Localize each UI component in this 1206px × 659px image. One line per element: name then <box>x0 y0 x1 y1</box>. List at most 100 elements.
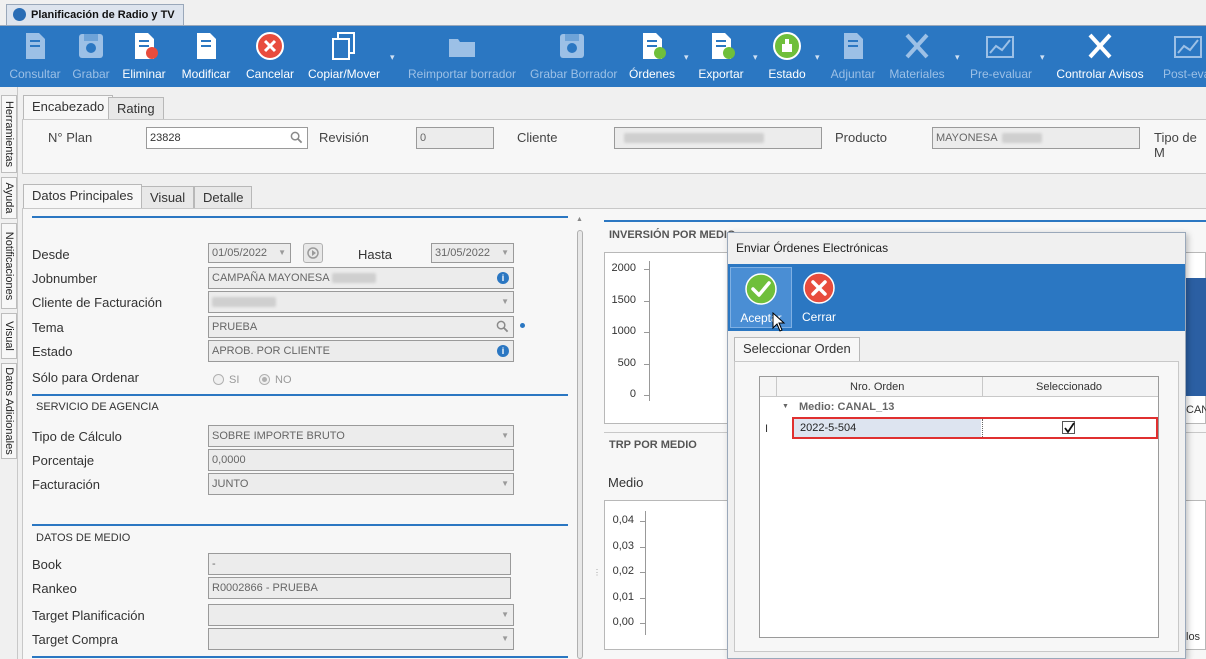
toolbar-cancelar-button[interactable]: Cancelar <box>245 26 295 87</box>
toolbar-modificar-button[interactable]: Modificar <box>179 26 233 87</box>
toolbar-exportar-button[interactable]: Exportar <box>698 26 744 87</box>
radio-no[interactable] <box>259 374 270 385</box>
facturacion-field[interactable]: JUNTO ▼ <box>208 473 514 495</box>
tab-datos-principales[interactable]: Datos Principales <box>23 184 143 209</box>
dropdown-arrow-icon[interactable]: ▾ <box>1040 52 1045 63</box>
porcentaje-label: Porcentaje <box>32 453 95 468</box>
document-tab[interactable]: Planificación de Radio y TV <box>6 4 184 26</box>
toolbar-consultar-button[interactable]: Consultar <box>5 26 65 87</box>
tab-seleccionar-orden[interactable]: Seleccionar Orden <box>734 337 860 362</box>
toolbar-button-label: Modificar <box>181 67 231 81</box>
col-nro-orden-header[interactable]: Nro. Orden <box>850 381 904 393</box>
radio-dot <box>262 377 267 382</box>
dropdown-arrow-icon[interactable]: ▾ <box>684 52 689 63</box>
hasta-date-field[interactable]: 31/05/2022 ▼ <box>431 243 514 263</box>
side-tab-visual[interactable]: Visual <box>1 313 17 359</box>
tab-detalle[interactable]: Detalle <box>194 186 253 209</box>
y-tick-label: 0,03 <box>612 539 634 552</box>
tema-field[interactable]: PRUEBA <box>208 316 514 338</box>
toolbar-grabar-borrador-button[interactable]: Grabar Borrador <box>530 26 618 87</box>
toolbar-órdenes-button[interactable]: Órdenes <box>629 26 675 87</box>
chart-bar <box>1183 278 1206 396</box>
y-tick-label: 1500 <box>611 293 636 306</box>
cliente-field <box>614 127 822 149</box>
toolbar-button-label: Materiales <box>889 67 945 81</box>
tab-visual[interactable]: Visual <box>141 186 195 209</box>
rankeo-field[interactable]: R0002866 - PRUEBA <box>208 577 511 599</box>
dropdown-arrow-icon[interactable]: ▾ <box>390 52 395 63</box>
toolbar-eliminar-button[interactable]: Eliminar <box>121 26 167 87</box>
dropdown-arrow-icon[interactable]: ▾ <box>753 52 758 63</box>
scrollbar-thumb[interactable] <box>577 230 583 659</box>
toolbar-button-label: Controlar Avisos <box>1056 67 1144 81</box>
tab-rating[interactable]: Rating <box>108 97 164 120</box>
toolbar-button-label: Reimportar borrador <box>408 67 517 81</box>
y-tick-mark <box>644 395 649 396</box>
servicio-agencia-title: SERVICIO DE AGENCIA <box>36 401 159 413</box>
cerrar-button[interactable]: Cerrar <box>788 267 850 328</box>
side-tab-ayuda[interactable]: Ayuda <box>1 177 17 219</box>
y-tick-label: 0,00 <box>612 616 634 628</box>
dropdown-arrow-icon[interactable]: ▾ <box>955 52 960 63</box>
y-tick-mark <box>644 332 649 333</box>
dropdown-arrow-icon[interactable]: ▾ <box>815 52 820 63</box>
tab-encabezado[interactable]: Encabezado <box>23 95 114 120</box>
target-compra-field[interactable]: ▼ <box>208 628 514 650</box>
radio-si-label: SI <box>229 374 240 386</box>
left-panel-scrollbar[interactable]: ▲ <box>574 216 586 659</box>
app-icon <box>13 8 26 21</box>
cliente-facturacion-field[interactable]: ▼ <box>208 291 514 313</box>
desde-date-field[interactable]: 01/05/2022 ▼ <box>208 243 291 263</box>
collapse-icon[interactable]: ▼ <box>782 403 789 410</box>
radio-si[interactable] <box>213 374 224 385</box>
table-row[interactable]: 2022-5-504 <box>792 417 1158 439</box>
toolbar-controlar-avisos-button[interactable]: Controlar Avisos <box>1056 26 1144 87</box>
jobnumber-field[interactable]: CAMPAÑA MAYONESA i <box>208 267 514 289</box>
estado-label: Estado <box>32 344 73 359</box>
side-tab-notificaciones[interactable]: Notificaciones <box>1 223 17 309</box>
chart-category-label: CAN <box>1186 404 1206 416</box>
search-icon[interactable] <box>290 131 303 144</box>
scroll-up-icon[interactable]: ▲ <box>576 216 583 223</box>
toolbar-estado-button[interactable]: Estado <box>768 26 806 87</box>
toolbar-grabar-button[interactable]: Grabar <box>68 26 114 87</box>
solo-ordenar-label: Sólo para Ordenar <box>32 370 139 385</box>
y-tick-mark <box>644 300 649 302</box>
side-tab-herramientas[interactable]: Herramientas <box>1 95 17 173</box>
chevron-down-icon: ▼ <box>501 634 509 643</box>
toolbar-button-label: Grabar Borrador <box>530 67 618 81</box>
toolbar-post-eval-button[interactable]: Post-eval <box>1158 26 1206 87</box>
side-tab-datos-adicionales[interactable]: Datos Adicionales <box>1 363 17 459</box>
info-icon[interactable]: i <box>497 345 509 357</box>
toolbar-adjuntar-button[interactable]: Adjuntar <box>829 26 877 87</box>
porcentaje-field[interactable]: 0,0000 <box>208 449 514 471</box>
toolbar-materiales-button[interactable]: Materiales <box>889 26 945 87</box>
save-icon <box>79 34 103 58</box>
grid-divider <box>982 377 983 397</box>
search-icon[interactable] <box>496 320 509 333</box>
redacted-text <box>1001 133 1042 144</box>
y-tick-mark <box>640 572 645 573</box>
toolbar-copiar-mover-button[interactable]: Copiar/Mover <box>307 26 381 87</box>
book-field[interactable]: - <box>208 553 511 575</box>
seleccionado-checkbox[interactable] <box>1062 421 1075 434</box>
plan-number-field[interactable]: 23828 <box>146 127 308 149</box>
toolbar-reimportar-borrador-button[interactable]: Reimportar borrador <box>408 26 516 87</box>
toolbar-button-label: Estado <box>768 67 806 81</box>
target-planificacion-field[interactable]: ▼ <box>208 604 514 626</box>
date-cycle-button[interactable] <box>303 243 323 263</box>
tipo-calculo-field[interactable]: SOBRE IMPORTE BRUTO ▼ <box>208 425 514 447</box>
cell-divider <box>982 419 983 437</box>
save-draft-icon <box>560 34 584 58</box>
tipo-calculo-label: Tipo de Cálculo <box>32 429 122 444</box>
estado-field[interactable]: APROB. POR CLIENTE i <box>208 340 514 362</box>
chart-category-label: los <box>1186 631 1201 643</box>
col-seleccionado-header[interactable]: Seleccionado <box>1036 381 1102 393</box>
redacted-text <box>331 273 376 284</box>
info-icon[interactable]: i <box>497 272 509 284</box>
toolbar-pre-evaluar-button[interactable]: Pre-evaluar <box>970 26 1032 87</box>
check-icon <box>745 273 777 305</box>
tools-icon <box>905 33 929 59</box>
section-divider <box>32 394 568 396</box>
splitter-grip[interactable]: ⋮ <box>593 568 601 577</box>
